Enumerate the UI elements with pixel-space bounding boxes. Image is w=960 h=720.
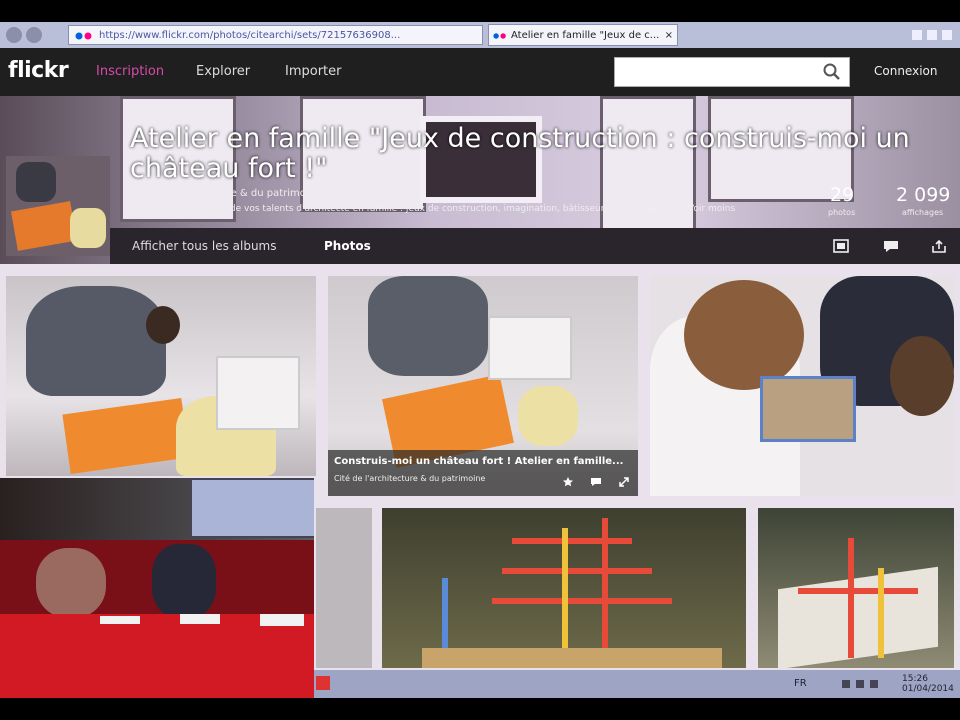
tab-close-button[interactable]: × bbox=[665, 25, 673, 45]
photos-link[interactable]: Photos bbox=[324, 239, 371, 253]
expand-icon[interactable] bbox=[618, 476, 630, 488]
tab-title: Atelier en famille "Jeux de c... bbox=[511, 30, 660, 41]
url-text: https://www.flickr.com/photos/citearchi/… bbox=[99, 30, 401, 41]
back-icon[interactable] bbox=[6, 27, 22, 43]
photo-tile[interactable] bbox=[6, 276, 316, 476]
search-icon[interactable] bbox=[822, 62, 842, 82]
comment-icon[interactable] bbox=[590, 476, 602, 488]
home-star-gear-icon bbox=[912, 30, 952, 40]
photo-tile[interactable] bbox=[316, 508, 372, 668]
nav-explore[interactable]: Explorer bbox=[196, 64, 250, 79]
pdf-app-icon[interactable] bbox=[316, 676, 330, 690]
tray-icons[interactable] bbox=[840, 678, 880, 690]
address-bar[interactable]: https://www.flickr.com/photos/citearchi/… bbox=[68, 25, 483, 45]
album-title: Atelier en famille "Jeux de construction… bbox=[130, 123, 910, 184]
nav-upload[interactable]: Importer bbox=[285, 64, 342, 79]
view-count: 2 099 bbox=[896, 184, 951, 206]
photo-tile[interactable] bbox=[382, 508, 746, 668]
slideshow-icon[interactable] bbox=[832, 238, 850, 254]
language-indicator[interactable]: FR bbox=[794, 678, 807, 689]
photo-caption-owner[interactable]: Cité de l'architecture & du patrimoine bbox=[334, 474, 485, 483]
all-albums-link[interactable]: Afficher tous les albums bbox=[132, 239, 277, 253]
photo-count: 29 bbox=[830, 184, 855, 206]
flickr-logo[interactable]: flickr bbox=[8, 58, 69, 83]
photo-tile[interactable] bbox=[758, 508, 954, 668]
nav-signup[interactable]: Inscription bbox=[96, 64, 164, 79]
photo-caption-title[interactable]: Construis-moi un château fort ! Atelier … bbox=[334, 456, 634, 467]
comment-icon[interactable] bbox=[882, 238, 900, 254]
signin-link[interactable]: Connexion bbox=[874, 64, 938, 78]
photo-tile[interactable] bbox=[650, 276, 954, 496]
see-more-link[interactable]: Voir moins bbox=[688, 204, 735, 214]
star-icon[interactable] bbox=[562, 476, 574, 488]
taskbar-clock[interactable]: 15:26 01/04/2014 bbox=[902, 674, 954, 694]
clock-time: 15:26 bbox=[902, 674, 928, 684]
album-owner[interactable]: Cité de l'architecture & du patrimoine bbox=[132, 188, 321, 199]
browser-tab[interactable]: Atelier en famille "Jeux de c... × bbox=[488, 24, 678, 46]
album-description: Partez à la recherche de vos talents d'a… bbox=[132, 204, 691, 214]
clock-date: 01/04/2014 bbox=[902, 684, 954, 694]
forward-icon[interactable] bbox=[26, 27, 42, 43]
window-controls[interactable] bbox=[910, 26, 954, 44]
photo-count-label: photos bbox=[828, 208, 856, 217]
webcam-overlay bbox=[0, 478, 314, 698]
album-thumbnail bbox=[6, 156, 110, 256]
flickr-favicon-icon bbox=[75, 32, 92, 40]
tab-favicon-icon bbox=[493, 33, 506, 39]
view-count-label: affichages bbox=[902, 208, 944, 217]
search-input[interactable] bbox=[614, 57, 850, 87]
projected-screen bbox=[190, 478, 314, 538]
share-icon[interactable] bbox=[930, 238, 948, 254]
